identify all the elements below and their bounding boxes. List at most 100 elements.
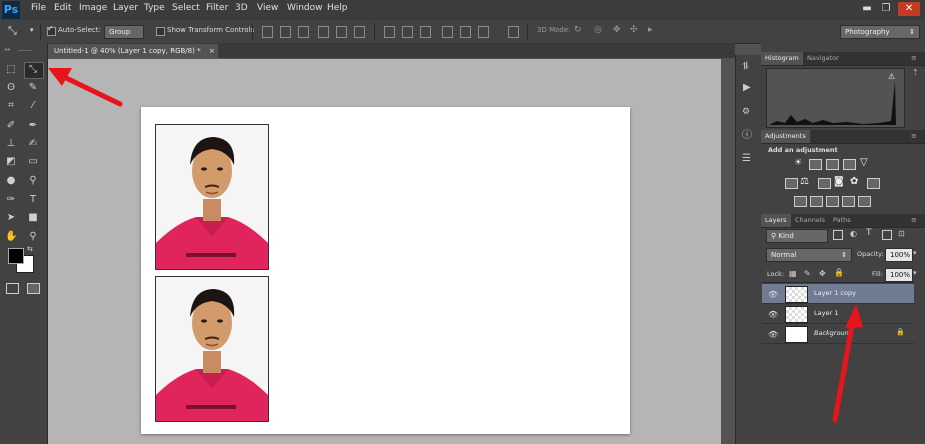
- lock-position-icon[interactable]: ✥: [819, 269, 826, 278]
- menu-select[interactable]: Select: [172, 3, 200, 13]
- collapse-icon[interactable]: ◂◂: [4, 46, 10, 53]
- warning-icon[interactable]: ⚠: [888, 72, 895, 81]
- tab-layers[interactable]: Layers: [761, 214, 791, 227]
- dodge-tool-icon[interactable]: ⚲: [27, 175, 39, 187]
- path-select-tool-icon[interactable]: ➤: [5, 212, 17, 224]
- channel-mixer-icon[interactable]: ✿: [850, 176, 858, 187]
- gradient-map-icon[interactable]: [842, 196, 855, 207]
- levels-icon[interactable]: [809, 159, 822, 170]
- tab-paths[interactable]: Paths: [829, 214, 855, 227]
- screen-mode-icon[interactable]: [27, 283, 40, 294]
- minimize-button[interactable]: ▬: [858, 2, 876, 16]
- document-tab[interactable]: Untitled-1 @ 40% (Layer 1 copy, RGB/8) *…: [48, 44, 218, 58]
- layer-name[interactable]: Layer 1: [814, 309, 838, 317]
- foreground-color-swatch[interactable]: [8, 248, 24, 264]
- visibility-eye-icon[interactable]: 👁: [768, 330, 778, 339]
- align-left-icon[interactable]: [318, 26, 329, 38]
- distribute-hcenter-icon[interactable]: [460, 26, 471, 38]
- history-panel-icon[interactable]: ⥮: [742, 61, 749, 72]
- posterize-icon[interactable]: [810, 196, 823, 207]
- distribute-vcenter-icon[interactable]: [402, 26, 413, 38]
- restore-button[interactable]: ❐: [877, 2, 895, 16]
- 3d-roll-icon[interactable]: ◎: [594, 25, 602, 35]
- selective-color-icon[interactable]: [858, 196, 871, 207]
- move-tool-icon[interactable]: ⤡: [27, 64, 39, 76]
- threshold-icon[interactable]: [826, 196, 839, 207]
- menu-filter[interactable]: Filter: [206, 3, 228, 13]
- close-button[interactable]: ✕: [898, 2, 920, 16]
- hue-saturation-icon[interactable]: [785, 178, 798, 189]
- distribute-right-icon[interactable]: [478, 26, 489, 38]
- align-right-icon[interactable]: [354, 26, 365, 38]
- hand-tool-icon[interactable]: ✋: [5, 231, 17, 243]
- move-tool-icon[interactable]: ⤡: [8, 24, 17, 38]
- 3d-rotate-icon[interactable]: ↻: [574, 25, 582, 35]
- curves-icon[interactable]: [826, 159, 839, 170]
- align-bottom-icon[interactable]: [298, 26, 309, 38]
- history-brush-tool-icon[interactable]: ✍: [27, 138, 39, 150]
- color-balance-icon[interactable]: ⚖: [800, 176, 809, 187]
- vibrance-icon[interactable]: ▽: [860, 157, 868, 168]
- tab-channels[interactable]: Channels: [791, 214, 829, 227]
- passport-photo-2[interactable]: [155, 276, 269, 422]
- 3d-pan-icon[interactable]: ✥: [613, 25, 621, 35]
- menu-help[interactable]: Help: [327, 3, 348, 13]
- photo-filter-icon[interactable]: ◙: [834, 176, 844, 187]
- align-hcenter-icon[interactable]: [336, 26, 347, 38]
- distribute-left-icon[interactable]: [442, 26, 453, 38]
- blend-mode-dropdown[interactable]: Normal ⇕: [766, 248, 852, 262]
- visibility-eye-icon[interactable]: 👁: [768, 290, 778, 299]
- workspace-dropdown[interactable]: Photography ⇕: [840, 25, 920, 39]
- align-vcenter-icon[interactable]: [280, 26, 291, 38]
- swap-colors-icon[interactable]: ⇆: [27, 245, 33, 253]
- brightness-contrast-icon[interactable]: ☀: [794, 158, 802, 168]
- marquee-tool-icon[interactable]: ⬚: [5, 64, 17, 76]
- quick-mask-icon[interactable]: [6, 283, 19, 294]
- crop-tool-icon[interactable]: ⌗: [5, 100, 17, 112]
- layer-row-background[interactable]: 👁 Background 🔒: [762, 324, 914, 344]
- zoom-tool-icon[interactable]: ⚲: [27, 231, 39, 243]
- gradient-tool-icon[interactable]: ▭: [27, 156, 39, 168]
- show-transform-checkbox[interactable]: [156, 27, 165, 36]
- panel-menu-icon[interactable]: ≡: [911, 216, 917, 224]
- tab-adjustments[interactable]: Adjustments: [761, 130, 810, 143]
- align-top-icon[interactable]: [262, 26, 273, 38]
- pen-tool-icon[interactable]: ✑: [5, 194, 17, 206]
- layer-filter-dropdown[interactable]: ⚲ Kind: [766, 229, 828, 243]
- menu-layer[interactable]: Layer: [113, 3, 138, 13]
- eyedropper-tool-icon[interactable]: ⁄: [27, 100, 39, 112]
- healing-brush-tool-icon[interactable]: ✐: [5, 120, 17, 132]
- actions-panel-icon[interactable]: ▶: [743, 82, 751, 93]
- tool-preset-dropdown-icon[interactable]: ▾: [30, 26, 34, 34]
- blur-tool-icon[interactable]: ●: [5, 175, 17, 187]
- rectangle-tool-icon[interactable]: ■: [27, 212, 39, 224]
- lock-transparent-icon[interactable]: ▦: [789, 269, 797, 278]
- layer-row-layer-1[interactable]: 👁 Layer 1: [762, 304, 914, 324]
- menu-3d[interactable]: 3D: [235, 3, 248, 13]
- filter-type-icon[interactable]: T: [866, 228, 872, 238]
- distribute-top-icon[interactable]: [384, 26, 395, 38]
- brush-tool-icon[interactable]: ✒: [27, 120, 39, 132]
- eraser-tool-icon[interactable]: ◩: [5, 156, 17, 168]
- type-tool-icon[interactable]: T: [27, 194, 39, 206]
- passport-photo-1[interactable]: [155, 124, 269, 270]
- menu-edit[interactable]: Edit: [54, 3, 71, 13]
- tab-histogram[interactable]: Histogram: [761, 52, 803, 65]
- opacity-input[interactable]: 100%: [885, 248, 913, 262]
- quick-select-tool-icon[interactable]: ✎: [27, 82, 39, 94]
- layer-name[interactable]: Layer 1 copy: [814, 289, 856, 297]
- filter-adjustment-icon[interactable]: ◐: [850, 229, 857, 238]
- panel-menu-icon[interactable]: ≡: [911, 54, 917, 62]
- color-lookup-icon[interactable]: [867, 178, 880, 189]
- chevron-down-icon[interactable]: ▾: [913, 249, 917, 257]
- exposure-icon[interactable]: [843, 159, 856, 170]
- lock-image-icon[interactable]: ✎: [804, 269, 811, 278]
- info-panel-icon[interactable]: ⓘ: [742, 126, 752, 141]
- lasso-tool-icon[interactable]: ʘ: [5, 82, 17, 94]
- menu-window[interactable]: Window: [287, 3, 323, 13]
- layer-row-layer-1-copy[interactable]: 👁 Layer 1 copy: [762, 284, 914, 304]
- 3d-scale-icon[interactable]: ▸: [648, 25, 653, 35]
- tab-navigator[interactable]: Navigator: [803, 52, 843, 65]
- layer-name[interactable]: Background: [814, 329, 853, 337]
- distribute-bottom-icon[interactable]: [420, 26, 431, 38]
